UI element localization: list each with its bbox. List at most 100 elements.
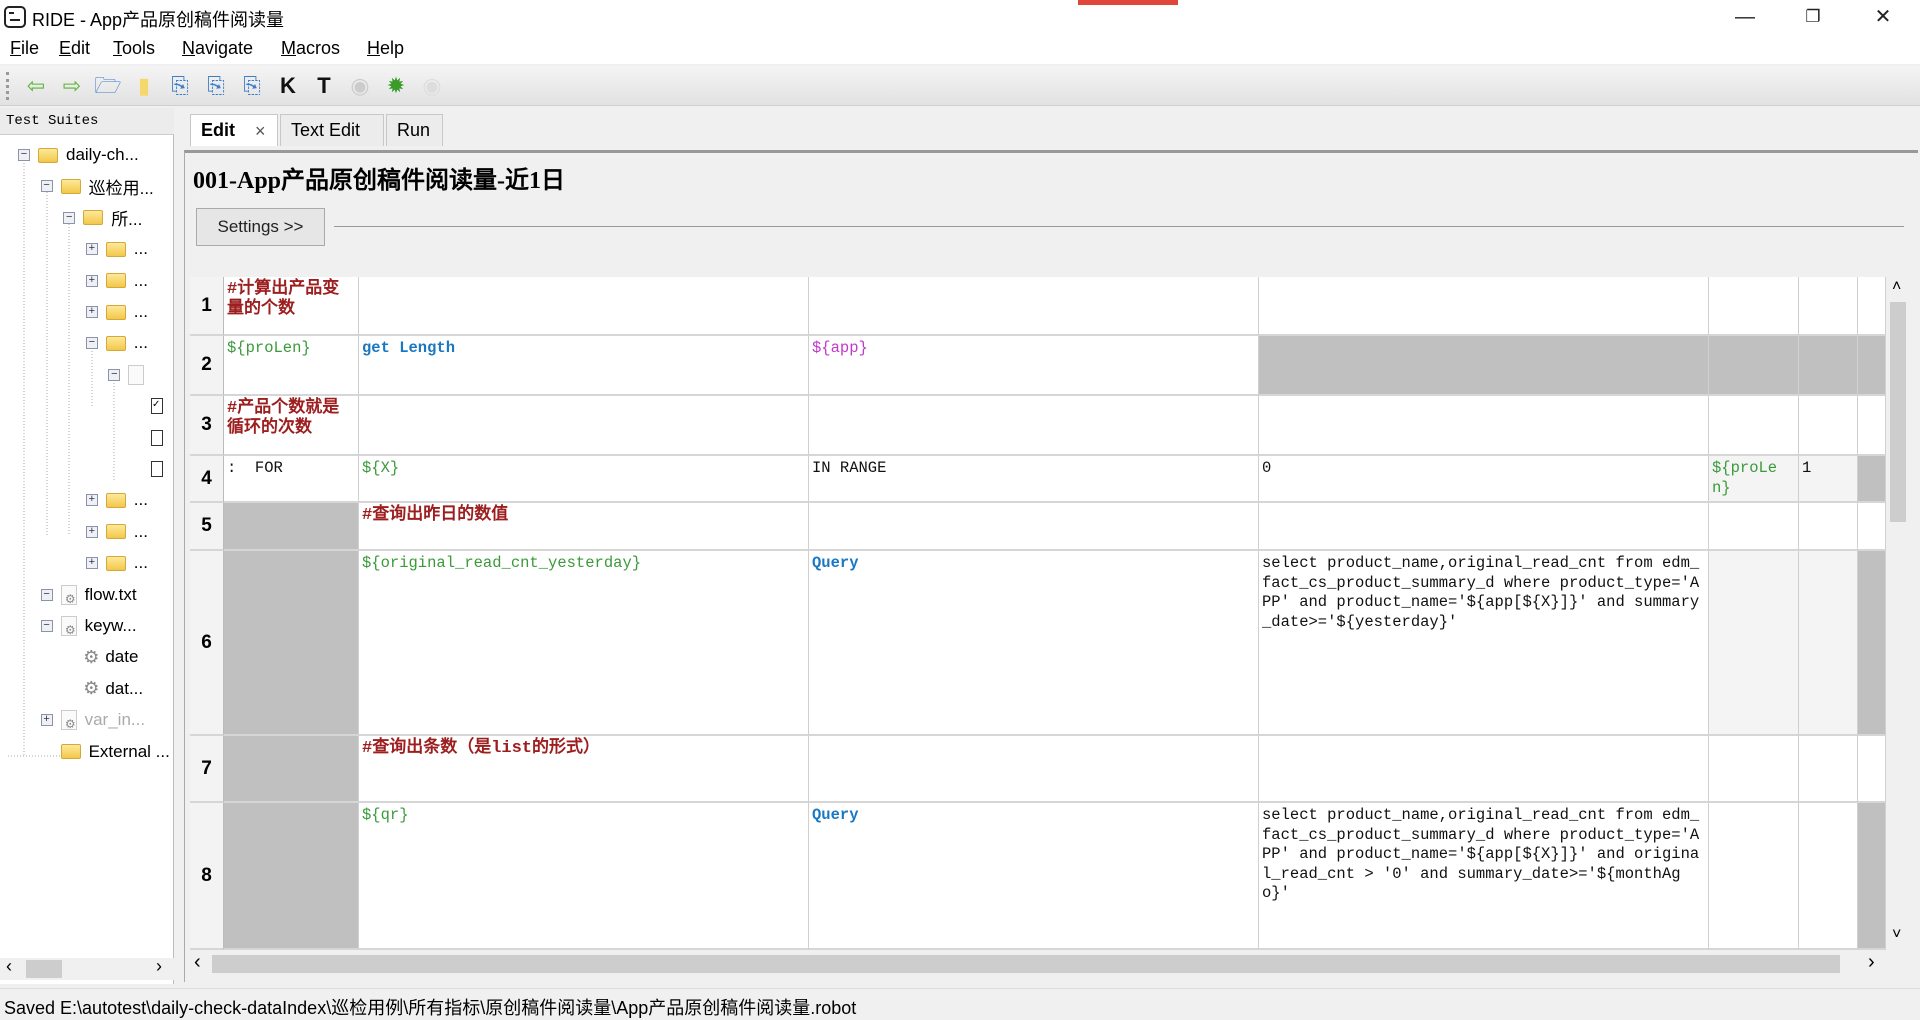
grid-cell[interactable]: #查询出条数（是list的形式） [359, 736, 809, 803]
collapse-icon[interactable]: − [40, 180, 53, 193]
tree-node[interactable]: − 所... [63, 206, 142, 230]
grid-cell[interactable] [1799, 736, 1858, 803]
collapse-icon[interactable]: − [40, 588, 53, 601]
expand-icon[interactable]: + [85, 494, 98, 507]
tree-node[interactable]: +... [85, 300, 148, 324]
expand-icon[interactable]: + [85, 557, 98, 570]
grid-cell[interactable] [1259, 503, 1709, 551]
minimize-button[interactable]: — [1710, 0, 1780, 34]
grid-cell[interactable] [1858, 396, 1886, 456]
tree-node[interactable]: + ⚙ var_in... [40, 708, 145, 732]
tree-node[interactable]: +... [85, 520, 148, 544]
grid-cell[interactable] [809, 503, 1259, 551]
grid-cell[interactable] [224, 503, 359, 551]
tree-node[interactable]: +... [85, 237, 148, 261]
row-header[interactable]: 2 [190, 336, 224, 396]
grid-cell[interactable]: ${app} [809, 336, 1259, 396]
grid-cell[interactable]: 1 [1799, 456, 1858, 503]
grid-cell[interactable] [1709, 803, 1799, 950]
close-button[interactable]: ✕ [1848, 0, 1918, 34]
collapse-icon[interactable]: − [108, 368, 121, 381]
search-tests-icon[interactable]: T [310, 72, 338, 100]
row-header[interactable]: 5 [190, 503, 224, 551]
grid-cell[interactable] [1709, 277, 1799, 336]
grid-cell[interactable] [224, 736, 359, 803]
test-checkbox[interactable] [151, 429, 163, 446]
grid-cell[interactable] [224, 551, 359, 736]
save-all-icon[interactable]: ⎘ [202, 72, 230, 100]
menu-macros[interactable]: Macros [281, 38, 340, 59]
collapse-icon[interactable]: − [18, 149, 30, 161]
settings-toggle-button[interactable]: Settings >> [196, 208, 325, 246]
tree-node[interactable]: +... [85, 488, 148, 512]
row-header[interactable]: 6 [190, 551, 224, 736]
grid-cell[interactable] [1858, 456, 1886, 503]
tree-node[interactable]: − [108, 363, 152, 387]
tab-edit[interactable]: Edit × [190, 114, 278, 146]
grid-cell[interactable]: IN RANGE [809, 456, 1259, 503]
grid-cell[interactable]: select product_name,original_read_cnt fr… [1259, 803, 1709, 950]
tab-run[interactable]: Run [386, 114, 443, 146]
test-checkbox[interactable] [151, 461, 163, 477]
row-header[interactable]: 3 [190, 396, 224, 456]
grid-cell[interactable] [224, 803, 359, 950]
grid-cell[interactable] [1799, 396, 1858, 456]
grid-vscroll-thumb[interactable] [1890, 302, 1906, 522]
scroll-left-icon[interactable]: ‹ [194, 951, 201, 974]
tree-node[interactable]: − daily-ch... [18, 143, 139, 167]
grid-cell[interactable] [1259, 277, 1709, 336]
grid-cell[interactable] [1858, 736, 1886, 803]
tree-node[interactable]: ✓ [151, 394, 163, 418]
scroll-down-icon[interactable]: ˅ [1892, 926, 1901, 944]
close-tab-icon[interactable]: × [255, 121, 266, 142]
grid-cell[interactable]: Query [809, 551, 1259, 736]
tree-node[interactable]: +... [85, 551, 148, 575]
expand-icon[interactable]: + [85, 525, 98, 538]
tree-node[interactable]: +... [85, 269, 148, 293]
search-keywords-icon[interactable]: K [274, 72, 302, 100]
grid-cell[interactable] [1858, 551, 1886, 736]
grid-cell[interactable] [1799, 503, 1858, 551]
grid-cell[interactable] [1709, 551, 1799, 736]
grid-cell[interactable] [1709, 396, 1799, 456]
grid-cell[interactable] [1799, 803, 1858, 950]
grid-cell[interactable]: : FOR [224, 456, 359, 503]
new-file-icon[interactable]: ▮ [130, 72, 158, 100]
grid-cell[interactable]: #查询出昨日的数值 [359, 503, 809, 551]
grid-cell[interactable] [1709, 336, 1799, 396]
tree-scroll-right-icon[interactable]: › [156, 956, 162, 977]
grid-cell[interactable] [1799, 336, 1858, 396]
collapse-icon[interactable]: − [63, 211, 76, 224]
tree-node[interactable]: External ... [60, 740, 170, 764]
row-header[interactable]: 1 [190, 277, 224, 336]
grid-hscroll-thumb[interactable] [212, 955, 1840, 973]
tree-node[interactable] [151, 457, 163, 481]
forward-arrow-icon[interactable]: ⇨ [58, 72, 86, 100]
grid-cell[interactable] [1259, 396, 1709, 456]
grid-cell[interactable]: ${proLen} [1709, 456, 1799, 503]
grid-cell[interactable]: ${proLen} [224, 336, 359, 396]
expand-icon[interactable]: + [85, 243, 98, 256]
grid-cell[interactable]: ${qr} [359, 803, 809, 950]
grid-cell[interactable] [809, 396, 1259, 456]
scroll-up-icon[interactable]: ˄ [1892, 278, 1901, 296]
grid-cell[interactable] [809, 277, 1259, 336]
stop-icon[interactable]: ◉ [418, 72, 446, 100]
run-icon[interactable]: ◉ [346, 72, 374, 100]
grid-cell[interactable]: ${original_read_cnt_yesterday} [359, 551, 809, 736]
tree-node[interactable] [151, 426, 163, 450]
expand-icon[interactable]: + [85, 274, 98, 287]
restore-button[interactable]: ❐ [1778, 0, 1848, 34]
row-header[interactable]: 4 [190, 456, 224, 503]
grid-cell[interactable] [1858, 336, 1886, 396]
grid-cell[interactable]: Query [809, 803, 1259, 950]
row-header[interactable]: 8 [190, 803, 224, 950]
menu-tools[interactable]: Tools [113, 38, 155, 59]
grid-cell[interactable]: ${X} [359, 456, 809, 503]
grid-cell[interactable] [1799, 551, 1858, 736]
grid-cell[interactable]: #计算出产品变量的个数 [224, 277, 359, 336]
grid-cell[interactable]: 0 [1259, 456, 1709, 503]
collapse-icon[interactable]: − [40, 620, 53, 632]
grid-cell[interactable]: select product_name,original_read_cnt fr… [1259, 551, 1709, 736]
grid-cell[interactable] [1858, 277, 1886, 336]
